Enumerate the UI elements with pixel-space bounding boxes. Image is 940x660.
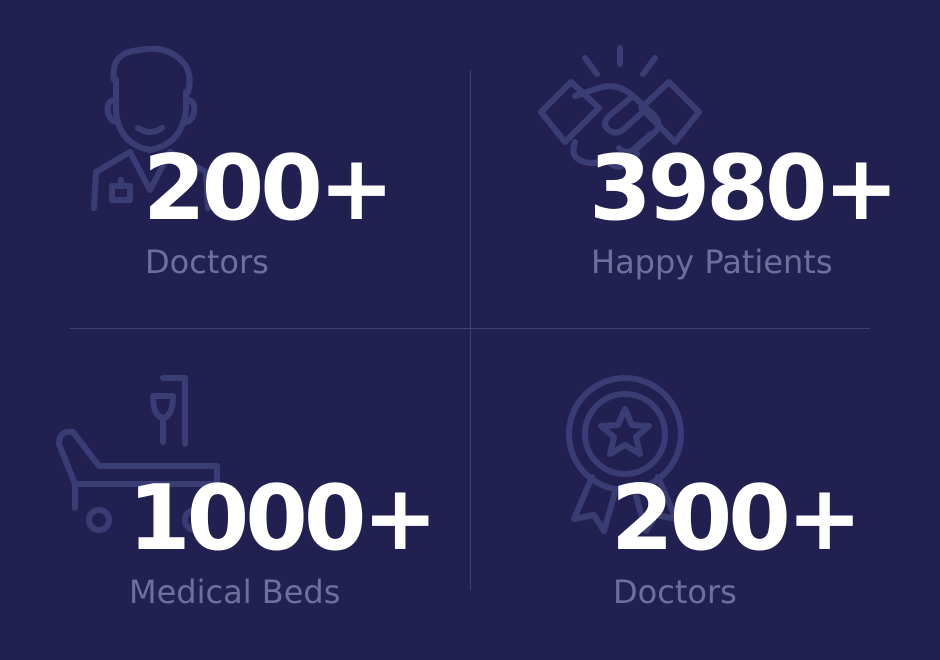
stat-value: 200+ (611, 466, 862, 571)
stat-label: Medical Beds (129, 573, 341, 611)
stat-value: 3980+ (589, 136, 899, 241)
stat-value: 1000+ (128, 466, 438, 571)
stats-section: 200+ Doctors 3980+ Happy Patients 1000+ … (0, 0, 940, 660)
stat-medical-beds: 1000+ Medical Beds (0, 329, 470, 660)
stat-label: Doctors (613, 573, 737, 611)
stat-happy-patients: 3980+ Happy Patients (0, 0, 940, 328)
stat-doctors-2: 200+ Doctors (470, 329, 940, 660)
stat-label: Happy Patients (591, 243, 833, 281)
